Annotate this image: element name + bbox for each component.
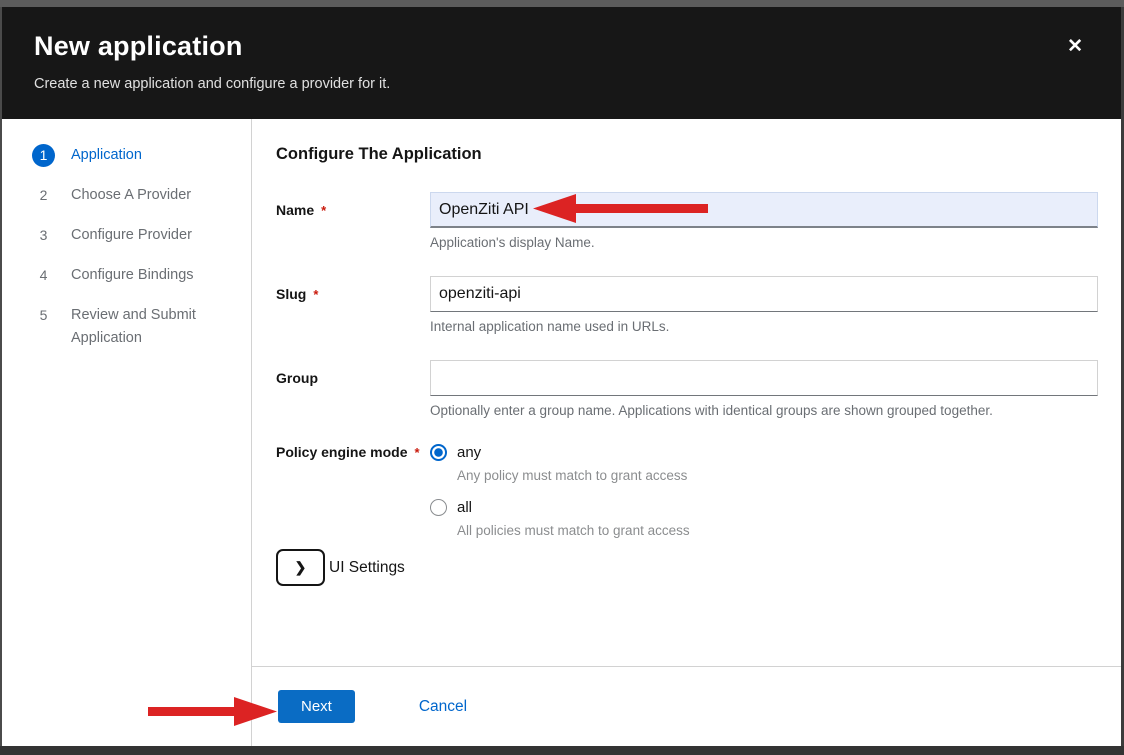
step-number: 4 (32, 264, 55, 287)
name-help: Application's display Name. (430, 235, 1098, 250)
step-configure-provider[interactable]: 3 Configure Provider (32, 224, 251, 247)
radio-all-help: All policies must match to grant access (457, 523, 1098, 538)
policy-engine-mode-options: any Any policy must match to grant acces… (430, 444, 1098, 538)
page-edge-bottom (0, 746, 1124, 755)
step-number: 1 (32, 144, 55, 167)
step-number: 2 (32, 184, 55, 207)
close-icon[interactable]: ✕ (1067, 37, 1083, 56)
slug-field-wrap: Internal application name used in URLs. (430, 276, 1098, 334)
wizard-content: Configure The Application Name * Applicat… (252, 119, 1121, 666)
group-label-text: Group (276, 370, 318, 386)
cancel-link[interactable]: Cancel (419, 698, 467, 716)
required-marker: * (414, 445, 419, 460)
radio-any-label[interactable]: any (457, 444, 481, 461)
group-field-wrap: Optionally enter a group name. Applicati… (430, 360, 1098, 418)
name-label: Name * (276, 192, 430, 250)
required-marker: * (321, 203, 326, 218)
wizard-step-nav: 1 Application 2 Choose A Provider 3 Conf… (2, 119, 252, 746)
new-application-modal: New application Create a new application… (2, 7, 1121, 746)
policy-engine-mode-row: Policy engine mode * any Any policy must … (276, 444, 1098, 538)
step-label: Configure Bindings (71, 264, 223, 287)
group-input[interactable] (430, 360, 1098, 396)
slug-input[interactable] (430, 276, 1098, 312)
modal-header: New application Create a new application… (2, 7, 1121, 119)
required-marker: * (313, 287, 318, 302)
modal-title: New application (34, 31, 1089, 62)
step-application[interactable]: 1 Application (32, 144, 251, 167)
chevron-right-icon: ❯ (295, 559, 307, 576)
slug-label: Slug * (276, 276, 430, 334)
policy-engine-mode-label-text: Policy engine mode (276, 444, 407, 460)
group-field-row: Group Optionally enter a group name. App… (276, 360, 1098, 418)
wizard-main: Configure The Application Name * Applicat… (252, 119, 1121, 746)
step-configure-bindings[interactable]: 4 Configure Bindings (32, 264, 251, 287)
ui-settings-toggle-button[interactable]: ❯ (276, 549, 325, 586)
name-input[interactable] (430, 192, 1098, 228)
radio-any-help: Any policy must match to grant access (457, 468, 1098, 483)
name-field-row: Name * Application's display Name. (276, 192, 1098, 250)
radio-any[interactable] (430, 444, 447, 461)
group-help: Optionally enter a group name. Applicati… (430, 403, 1098, 418)
step-choose-provider[interactable]: 2 Choose A Provider (32, 184, 251, 207)
step-number: 3 (32, 224, 55, 247)
ui-settings-expander: ❯ UI Settings (276, 549, 1098, 586)
slug-help: Internal application name used in URLs. (430, 319, 1098, 334)
wizard-footer: Next Cancel (252, 666, 1121, 746)
next-button[interactable]: Next (278, 690, 355, 723)
step-number: 5 (32, 304, 55, 327)
policy-engine-mode-label: Policy engine mode * (276, 444, 430, 538)
radio-all[interactable] (430, 499, 447, 516)
radio-option-any: any (430, 444, 1098, 461)
modal-subtitle: Create a new application and configure a… (34, 76, 1089, 92)
slug-label-text: Slug (276, 286, 306, 302)
page-title: Configure The Application (276, 145, 1098, 164)
slug-field-row: Slug * Internal application name used in … (276, 276, 1098, 334)
step-review-submit[interactable]: 5 Review and Submit Application (32, 304, 251, 350)
radio-option-all: all (430, 499, 1098, 516)
page-edge-left (0, 7, 2, 746)
group-label: Group (276, 360, 430, 418)
modal-body: 1 Application 2 Choose A Provider 3 Conf… (2, 119, 1121, 746)
name-field-wrap: Application's display Name. (430, 192, 1098, 250)
step-label: Review and Submit Application (71, 304, 223, 350)
step-label: Application (71, 144, 223, 167)
name-label-text: Name (276, 202, 314, 218)
step-label: Configure Provider (71, 224, 223, 247)
ui-settings-label: UI Settings (329, 559, 405, 577)
step-label: Choose A Provider (71, 184, 223, 207)
radio-all-label[interactable]: all (457, 499, 472, 516)
page-edge-top (0, 0, 1124, 7)
